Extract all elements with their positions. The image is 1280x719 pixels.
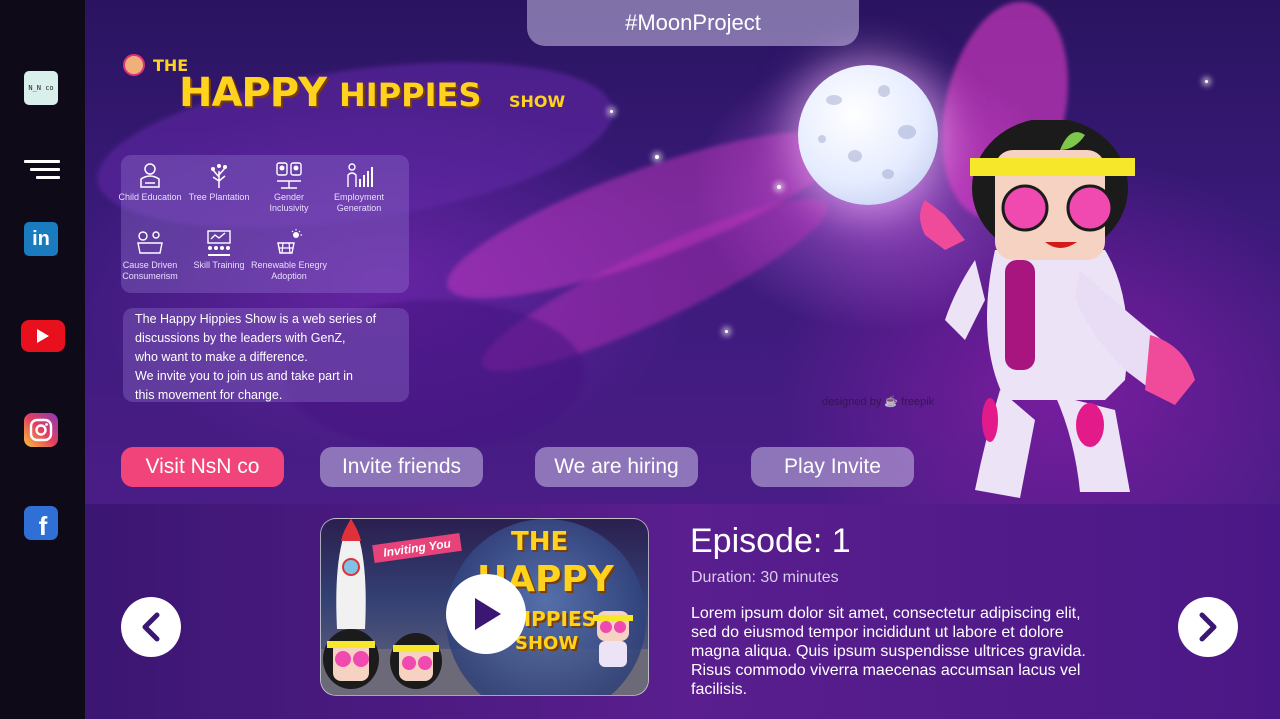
description-line: who want to make a difference. [135,350,308,364]
skill-training-icon [207,230,231,256]
play-episode-button[interactable] [446,574,526,654]
hippie-face-icon [123,54,145,76]
thumbnail-title-show: SHOW [515,633,579,654]
star [655,155,659,159]
description-line: this movement for change. [135,388,283,402]
description-line: discussions by the leaders with GenZ, [135,331,346,345]
episode-duration: Duration: 30 minutes [691,569,839,586]
left-sidebar: N_N co in f [0,0,85,719]
episode-section: Inviting You THE HAPPY HIPPIES SHOW Epis… [85,504,1280,719]
description-line: The Happy Hippies Show is a web series o… [135,312,377,326]
episode-thumbnail[interactable]: Inviting You THE HAPPY HIPPIES SHOW [320,518,649,696]
hashtag-pill: #MoonProject [527,0,859,46]
youtube-icon[interactable] [21,320,65,352]
chevron-right-icon [1199,612,1217,642]
astronaut-hippie-illustration [920,120,1195,498]
show-description: The Happy Hippies Show is a web series o… [123,308,409,402]
nsn-logo-icon[interactable]: N_N co [24,71,58,105]
nsn-logo-text: N_N co [28,84,54,92]
description-line: We invite you to join us and take part i… [135,369,353,383]
chevron-left-icon [142,612,160,642]
hero-banner: #MoonProject THE HAPPY HIPPIES SHOW Chil… [85,0,1280,504]
cause-label: Child Education [118,192,182,202]
causes-panel: Child Education Tree Plantation Gender I… [118,155,409,293]
star [1205,80,1208,83]
we-are-hiring-button[interactable]: We are hiring [535,447,698,487]
play-icon [475,598,501,630]
freepik-credit: designed by ☕ freepik [822,396,935,408]
cause-label: Skill Training [193,260,245,270]
tree-icon [211,164,227,188]
cause-consumerism: Cause Driven Consumerism [115,229,185,282]
episode-title: Episode: 1 [690,522,851,560]
linkedin-label: in [32,227,50,250]
cause-employment-generation: Employment Generation [324,161,394,214]
inviting-banner: Inviting You [372,532,462,564]
thumbnail-title-the: THE [511,527,569,557]
logo-show: SHOW [509,92,566,111]
cause-skill-training: Skill Training [184,229,254,271]
cause-label: Tree Plantation [188,192,250,202]
star [725,330,728,333]
logo-happy: HAPPY [179,70,327,116]
cause-gender-inclusivity: Gender Inclusivity [254,161,324,214]
invite-friends-button[interactable]: Invite friends [320,447,483,487]
child-education-icon [140,163,160,188]
next-episode-button[interactable] [1178,597,1238,657]
renewable-energy-icon [277,229,302,254]
facebook-label: f [38,510,48,541]
linkedin-icon[interactable]: in [24,222,58,256]
cause-child-education: Child Education [115,161,185,203]
previous-episode-button[interactable] [121,597,181,657]
thumbnail-astronaut [593,611,633,667]
cause-tree-plantation: Tree Plantation [184,161,254,203]
consumerism-icon [137,231,163,254]
cause-label: Gender Inclusivity [269,192,309,213]
cause-label: Employment Generation [333,192,385,213]
gender-icon [276,162,302,189]
facebook-icon[interactable]: f [24,506,58,541]
show-logo: THE HAPPY HIPPIES SHOW [123,52,583,122]
thumbnail-characters [323,629,442,689]
episode-description: Lorem ipsum dolor sit amet, consectetur … [691,605,1086,698]
employment-icon [347,163,373,187]
cause-renewable-energy: Renewable Enegry Adoption [246,229,332,282]
play-invite-button[interactable]: Play Invite [751,447,914,487]
cause-label: Cause Driven Consumerism [122,260,178,281]
visit-nsn-button[interactable]: Visit NsN co [121,447,284,487]
cause-label: Renewable Enegry Adoption [250,260,328,281]
instagram-icon[interactable] [24,413,58,447]
hamburger-menu-icon[interactable] [24,152,60,186]
logo-hippies: HIPPIES [339,76,482,114]
star [610,110,613,113]
star [777,185,781,189]
